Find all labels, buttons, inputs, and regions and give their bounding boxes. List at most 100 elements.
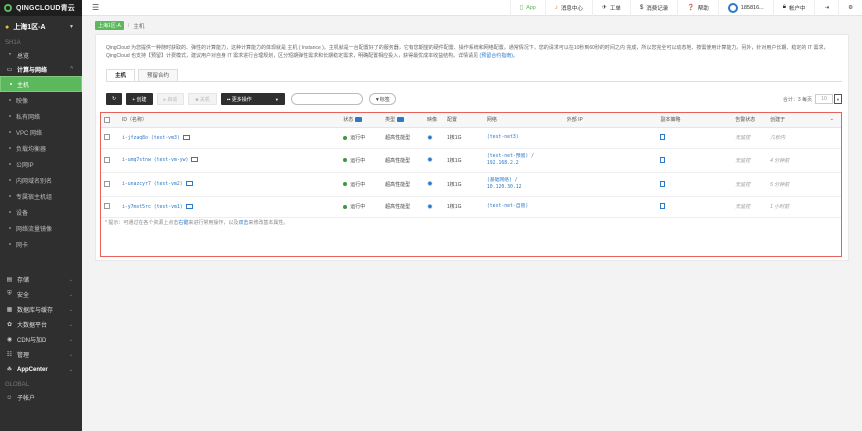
monitor-icon[interactable] — [182, 134, 190, 140]
sidebar-item-security[interactable]: ⛨ 安全 ⌄ — [0, 287, 82, 302]
row-checkbox[interactable] — [104, 156, 110, 163]
copy-icon[interactable] — [660, 156, 666, 163]
sidebar-subitem-vxnet[interactable]: 私有网络 — [0, 108, 82, 124]
status-text: 运行中 — [350, 135, 366, 141]
tab-instances[interactable]: 主机 — [106, 69, 136, 81]
image-gear-icon[interactable]: ✹ — [427, 157, 433, 164]
copy-icon[interactable] — [660, 180, 666, 187]
column-header-type[interactable]: 类型 — [382, 113, 425, 128]
sidebar-subitem-dedicated-hosts[interactable]: 专属宿主机组 — [0, 188, 82, 204]
gear-icon: ⚙ — [848, 4, 853, 11]
topbar-help[interactable]: ❓ 帮助 — [677, 0, 718, 16]
create-button[interactable]: + 创建 — [126, 93, 153, 105]
app-icon: ▯ — [519, 5, 524, 11]
filter-icon[interactable] — [355, 117, 363, 123]
topbar-app[interactable]: ▯ App — [509, 0, 545, 16]
status-running-icon — [343, 204, 348, 209]
table-row[interactable]: i-y7mxt5rc (test-vm1) 运行中 超高性能型 ✹ 1核1G (… — [101, 196, 841, 218]
reserved-contract-guide-link[interactable]: (预留合约指南) — [480, 53, 513, 59]
status-cell: 运行中 — [340, 148, 383, 173]
network-link[interactable]: (test-net-预留) / — [487, 153, 561, 160]
column-header-id[interactable]: ID（名称） — [118, 113, 341, 128]
start-button[interactable]: ▸ 启动 — [156, 93, 185, 105]
tag-filter-button[interactable]: ▼标签 — [368, 93, 396, 105]
topbar-billing[interactable]: $ 消费记录 — [629, 0, 677, 16]
chevron-down-icon[interactable]: ▼ — [834, 94, 842, 104]
sidebar-subitem-nic[interactable]: 网卡 — [0, 236, 82, 252]
row-checkbox[interactable] — [104, 134, 110, 141]
copy-icon[interactable] — [660, 134, 666, 141]
sidebar-item-label: AppCenter — [17, 366, 48, 373]
sidebar-item-storage[interactable]: ▤ 存储 ⌄ — [0, 272, 82, 287]
column-header-status[interactable]: 状态 — [340, 113, 383, 128]
topbar-tickets[interactable]: ✈ 工单 — [591, 0, 630, 16]
doc-icon[interactable] — [660, 203, 666, 210]
instance-id-link[interactable]: i-umq7stnw (test-vm-yw) — [122, 158, 188, 163]
network-link[interactable]: (基础网络) / — [487, 177, 561, 184]
monitor-icon[interactable] — [185, 203, 193, 209]
sidebar-subitem-eip[interactable]: 公网IP — [0, 156, 82, 172]
topbar-account[interactable]: 🔒︎ 帐户中 — [772, 0, 815, 16]
tab-reserved-contracts[interactable]: 预留合约 — [138, 69, 179, 81]
select-all-checkbox[interactable] — [104, 116, 110, 123]
sidebar-subitem-vpc[interactable]: VPC 网络 — [0, 124, 82, 140]
topbar-messages[interactable]: ♪ 消息中心 — [544, 0, 592, 16]
table-row[interactable]: i-umq7stnw (test-vm-yw) 运行中 超高性能型 ✹ 1核1G… — [101, 148, 841, 173]
status-running-icon — [343, 182, 348, 187]
zone-selector[interactable]: ● 上海1区-A ▼ — [0, 16, 82, 38]
search-input[interactable] — [290, 93, 363, 105]
instances-table-container: ID（名称） 状态 类型 映像 配置 网络 外部 IP 副本策略 告警状态 创建… — [100, 112, 842, 257]
sidebar-subitem-traffic-mirror[interactable]: 网络流量镜像 — [0, 220, 82, 236]
sidebar-item-overview[interactable]: ◔ 总览 — [0, 48, 82, 62]
monitor-icon[interactable] — [185, 181, 193, 187]
instance-id-link[interactable]: i-unazcyr7 (test-vm2) — [122, 182, 183, 187]
column-header-created[interactable]: 创建于 ⌄ — [767, 113, 841, 128]
sidebar-item-management[interactable]: ☷ 管理 ⌄ — [0, 347, 82, 362]
network-cell: (基础网络) /10.120.30.12 — [483, 172, 564, 197]
sidebar-item-subaccounts[interactable]: ☺ 子帐户 — [0, 390, 82, 405]
sidebar-item-compute-network[interactable]: ▭ 计算与网络 ^ — [0, 62, 82, 76]
status-running-icon — [343, 135, 348, 140]
monitor-icon[interactable] — [191, 157, 199, 163]
menu-toggle-icon[interactable]: ☰ — [92, 3, 99, 12]
sidebar-item-label: 总览 — [17, 53, 30, 60]
sidebar-subitem-instances[interactable]: 主机 — [0, 76, 82, 92]
table-row[interactable]: i-jfzaq8o (test-vm3) 运行中 超高性能型 ✹ 1核1G (t… — [101, 127, 841, 149]
account-label: 帐户中 — [788, 5, 806, 12]
sidebar-subitem-devices[interactable]: 设备 — [0, 204, 82, 220]
sidebar-subitem-dns-alias[interactable]: 内网域名别名 — [0, 172, 82, 188]
logo[interactable]: QINGCLOUD青云 — [0, 0, 82, 16]
network-link[interactable]: (test-net3) — [487, 134, 561, 141]
sidebar-item-cdn[interactable]: ◉ CDN与加D ⌄ — [0, 332, 82, 347]
filter-icon[interactable] — [397, 117, 405, 123]
row-checkbox[interactable] — [104, 180, 110, 187]
image-gear-icon[interactable]: ✹ — [427, 135, 433, 142]
breadcrumb-zone[interactable]: 上海1区-A — [95, 21, 124, 30]
refresh-button[interactable]: ↻ — [106, 93, 123, 105]
topbar-exit[interactable]: ⇥ — [814, 0, 838, 16]
appcenter-icon: ☘ — [6, 367, 13, 373]
image-gear-icon[interactable]: ✹ — [427, 204, 433, 211]
sidebar-subitem-images[interactable]: 映像 — [0, 92, 82, 108]
topbar-item-label: 消费记录 — [646, 5, 669, 12]
created-cell: 4 分钟前 — [767, 148, 841, 173]
column-header-replica-policy: 副本策略 — [657, 113, 733, 128]
chevron-down-icon[interactable]: ⌄ — [830, 116, 834, 122]
more-actions-dropdown[interactable]: ▪▪ 更多操作 ▼ — [220, 93, 285, 105]
instance-id-link[interactable]: i-jfzaq8o (test-vm3) — [122, 136, 180, 141]
instance-id-link[interactable]: i-y7mxt5rc (test-vm1) — [122, 205, 183, 210]
page-size-select[interactable]: 10 — [815, 94, 833, 104]
replica-policy-cell — [657, 127, 733, 149]
sidebar-item-bigdata[interactable]: ✿ 大数据平台 ⌄ — [0, 317, 82, 332]
sidebar-item-database[interactable]: ▦ 数据库与缓存 ⌄ — [0, 302, 82, 317]
sidebar-subitem-loadbalancer[interactable]: 负载均衡器 — [0, 140, 82, 156]
network-link[interactable]: (test-net-自管) — [487, 203, 561, 210]
image-gear-icon[interactable]: ✹ — [427, 181, 433, 188]
topbar-item-label: 消息中心 — [560, 5, 583, 12]
table-row[interactable]: i-unazcyr7 (test-vm2) 运行中 超高性能型 ✹ 1核1G (… — [101, 172, 841, 197]
topbar-settings[interactable]: ⚙ — [838, 0, 862, 16]
sidebar-item-appcenter[interactable]: ☘ AppCenter ⌄ — [0, 362, 82, 377]
topbar-user[interactable]: 185816... — [717, 0, 773, 16]
stop-button[interactable]: ■ 关机 — [188, 93, 217, 105]
row-checkbox[interactable] — [104, 203, 110, 210]
